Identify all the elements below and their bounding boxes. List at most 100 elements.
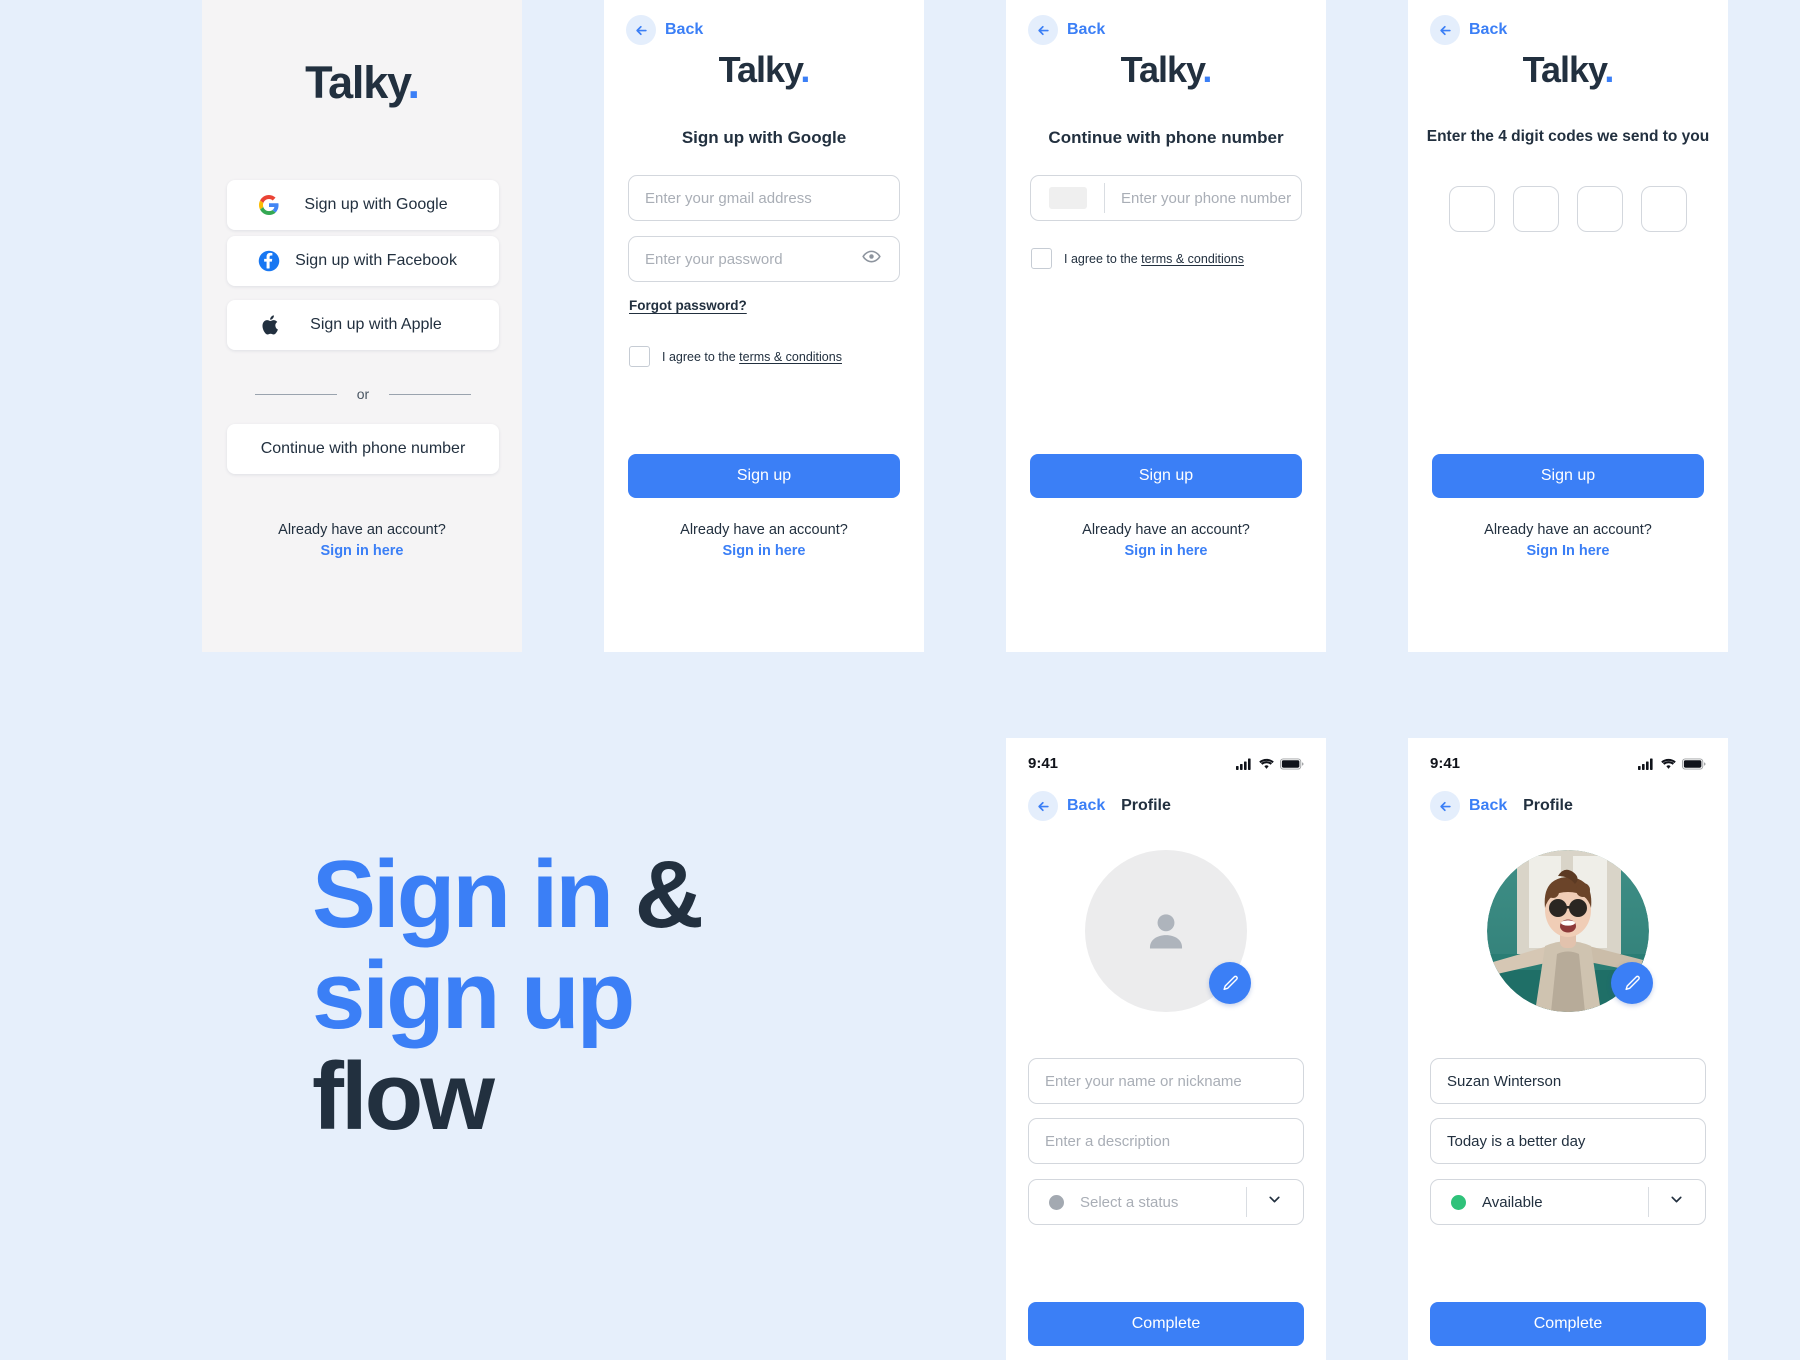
facebook-icon <box>258 250 280 272</box>
arrow-left-icon <box>1028 15 1058 45</box>
account-question: Already have an account? <box>1484 522 1652 538</box>
headline-line1-blue: Sign in <box>312 841 635 948</box>
brand-logo: Talky. <box>202 60 522 105</box>
cellular-signal-icon <box>1236 758 1251 770</box>
signin-link[interactable]: Sign In here <box>1408 541 1728 562</box>
screen-subtitle: Sign up with Google <box>681 128 847 147</box>
name-input[interactable]: Suzan Winterson <box>1430 1058 1706 1104</box>
arrow-left-icon <box>1028 791 1058 821</box>
brand-logo: Talky. <box>604 52 924 88</box>
signup-apple-button[interactable]: Sign up with Apple <box>227 300 499 350</box>
screen-profile-empty: 9:41 Back Profile Enter your name or nic… <box>1006 738 1326 1360</box>
profile-nav: Back Profile <box>1430 790 1706 822</box>
status-select[interactable]: Available <box>1430 1179 1706 1225</box>
screen-profile-filled: 9:41 Back Profile Suzan Winterson Today … <box>1408 738 1728 1360</box>
signup-submit-button[interactable]: Sign up <box>1030 454 1302 498</box>
arrow-left-icon <box>626 15 656 45</box>
password-field[interactable]: Enter your password <box>628 236 900 282</box>
welcome-footer: Already have an account? Sign in here <box>202 521 522 562</box>
otp-digit-2[interactable] <box>1513 186 1559 232</box>
brand-name: Talky <box>718 49 802 90</box>
signin-link[interactable]: Sign in here <box>1006 541 1326 562</box>
brand-dot: . <box>800 49 810 90</box>
signup-google-button[interactable]: Sign up with Google <box>227 180 499 230</box>
account-question: Already have an account? <box>278 522 446 538</box>
signup-facebook-button[interactable]: Sign up with Facebook <box>227 236 499 286</box>
divider-line-left <box>254 393 337 395</box>
complete-label: Complete <box>1131 1315 1201 1332</box>
terms-checkbox[interactable] <box>629 346 650 367</box>
description-value: Today is a better day <box>1447 1132 1586 1150</box>
apple-icon <box>258 314 280 336</box>
headline-line-3: flow <box>312 1042 495 1150</box>
signin-link[interactable]: Sign in here <box>202 541 522 562</box>
brand-logo: Talky. <box>1006 52 1326 88</box>
signin-link[interactable]: Sign in here <box>604 541 924 562</box>
account-question: Already have an account? <box>680 522 848 538</box>
continue-phone-label: Continue with phone number <box>260 440 466 457</box>
status-bar: 9:41 <box>1430 755 1706 772</box>
arrow-left-icon <box>1430 791 1460 821</box>
country-flag-icon[interactable] <box>1049 187 1087 209</box>
name-value: Suzan Winterson <box>1447 1072 1562 1090</box>
terms-prefix: I agree to the <box>1064 251 1142 266</box>
select-separator <box>1648 1187 1649 1217</box>
screen-welcome: Talky. Sign up with Google Sign up with … <box>202 0 522 652</box>
terms-link[interactable]: terms & conditions <box>739 350 842 364</box>
complete-button[interactable]: Complete <box>1430 1302 1706 1346</box>
signup-footer: Already have an account? Sign in here <box>604 521 924 562</box>
chevron-down-icon[interactable] <box>1266 1191 1283 1213</box>
name-input[interactable]: Enter your name or nickname <box>1028 1058 1304 1104</box>
terms-checkbox[interactable] <box>1031 248 1052 269</box>
name-placeholder: Enter your name or nickname <box>1045 1072 1242 1090</box>
description-placeholder: Enter a description <box>1045 1132 1171 1150</box>
divider-label: or <box>356 386 370 402</box>
avatar-uploader[interactable] <box>1085 850 1251 1012</box>
description-input[interactable]: Today is a better day <box>1430 1118 1706 1164</box>
phone-field[interactable]: Enter your phone number <box>1030 175 1302 221</box>
avatar-uploader[interactable] <box>1487 850 1653 1012</box>
otp-digit-4[interactable] <box>1641 186 1687 232</box>
otp-digit-1[interactable] <box>1449 186 1495 232</box>
signup-submit-label: Sign up <box>736 467 792 484</box>
edit-avatar-button[interactable] <box>1611 962 1653 1004</box>
back-button[interactable]: Back <box>1028 15 1105 45</box>
back-button[interactable]: Back <box>1028 791 1105 821</box>
battery-icon <box>1280 757 1304 770</box>
brand-name: Talky <box>1522 49 1606 90</box>
status-bar-time: 9:41 <box>1028 755 1059 772</box>
or-divider: or <box>227 386 499 402</box>
status-select[interactable]: Select a status <box>1028 1179 1304 1225</box>
pencil-icon <box>1222 975 1238 990</box>
terms-checkbox-row[interactable]: I agree to the terms & conditions <box>1031 248 1244 269</box>
account-question: Already have an account? <box>1082 522 1250 538</box>
complete-button[interactable]: Complete <box>1028 1302 1304 1346</box>
back-button[interactable]: Back <box>1430 791 1507 821</box>
status-bar: 9:41 <box>1028 755 1304 772</box>
description-input[interactable]: Enter a description <box>1028 1118 1304 1164</box>
back-button[interactable]: Back <box>1430 15 1507 45</box>
terms-label: I agree to the terms & conditions <box>1064 252 1244 266</box>
back-button[interactable]: Back <box>626 15 703 45</box>
terms-link[interactable]: terms & conditions <box>1141 252 1244 266</box>
terms-label: I agree to the terms & conditions <box>662 350 842 364</box>
otp-digit-3[interactable] <box>1577 186 1623 232</box>
chevron-down-icon[interactable] <box>1668 1191 1685 1213</box>
page-headline: Sign in & sign up flow <box>312 844 704 1150</box>
signup-submit-label: Sign up <box>1138 467 1194 484</box>
cellular-signal-icon <box>1638 758 1653 770</box>
headline-line1-dark: & <box>634 841 704 948</box>
forgot-password-link[interactable]: Forgot password? <box>629 298 747 313</box>
eye-icon[interactable] <box>862 247 881 271</box>
signup-submit-button[interactable]: Sign up <box>628 454 900 498</box>
edit-avatar-button[interactable] <box>1209 962 1251 1004</box>
screen-continue-phone: Back Talky. Continue with phone number E… <box>1006 0 1326 652</box>
terms-checkbox-row[interactable]: I agree to the terms & conditions <box>629 346 842 367</box>
terms-prefix: I agree to the <box>662 349 740 364</box>
back-label: Back <box>1067 797 1106 814</box>
status-placeholder: Select a status <box>1080 1193 1179 1211</box>
email-field[interactable]: Enter your gmail address <box>628 175 900 221</box>
signup-submit-button[interactable]: Sign up <box>1432 454 1704 498</box>
battery-icon <box>1682 757 1706 770</box>
continue-phone-button[interactable]: Continue with phone number <box>227 424 499 474</box>
